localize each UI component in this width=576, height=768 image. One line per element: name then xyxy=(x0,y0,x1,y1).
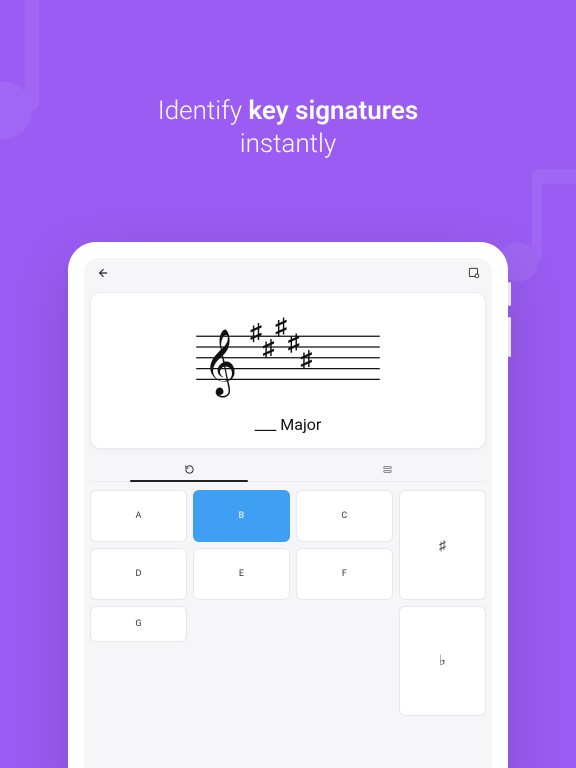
prompt-blank: ___ xyxy=(255,415,277,434)
headline: Identify key signatures instantly xyxy=(0,95,576,160)
shuffle-icon xyxy=(382,464,393,475)
svg-text:♯: ♯ xyxy=(275,314,287,340)
key-sharp[interactable]: ♯ xyxy=(399,490,486,600)
key-c[interactable]: C xyxy=(296,490,393,542)
key-flat[interactable]: ♭ xyxy=(399,606,486,716)
headline-strong: key signatures xyxy=(248,96,418,126)
music-settings-icon xyxy=(467,266,481,280)
tab-repeat[interactable] xyxy=(90,457,288,481)
app-screen: 𝄞 ♯ ♯ ♯ ♯ ♯ ___ Major xyxy=(84,258,492,768)
key-d[interactable]: D xyxy=(90,548,187,600)
headline-post: instantly xyxy=(240,129,336,159)
svg-text:♯: ♯ xyxy=(250,320,262,346)
toolbar xyxy=(84,258,492,288)
retry-icon xyxy=(184,464,195,475)
staff-key-signature: 𝄞 ♯ ♯ ♯ ♯ ♯ xyxy=(188,311,388,401)
headline-pre: Identify xyxy=(158,96,249,126)
settings-button[interactable] xyxy=(462,261,486,285)
svg-text:♯: ♯ xyxy=(288,331,300,357)
svg-text:♯: ♯ xyxy=(301,347,313,373)
key-f[interactable]: F xyxy=(296,548,393,600)
tab-shuffle[interactable] xyxy=(288,457,486,481)
arrow-left-icon xyxy=(95,266,109,280)
note-keypad: A B C ♯ D E F G ♭ xyxy=(90,490,486,768)
key-a[interactable]: A xyxy=(90,490,187,542)
svg-text:♯: ♯ xyxy=(263,336,275,362)
key-g[interactable]: G xyxy=(90,606,187,642)
flashcard: 𝄞 ♯ ♯ ♯ ♯ ♯ ___ Major xyxy=(90,292,486,449)
key-e[interactable]: E xyxy=(193,548,290,600)
mode-tabs xyxy=(90,457,486,482)
promo-screen: Identify key signatures instantly xyxy=(0,0,576,768)
back-button[interactable] xyxy=(90,261,114,285)
svg-text:𝄞: 𝄞 xyxy=(203,329,237,398)
tablet-device: 𝄞 ♯ ♯ ♯ ♯ ♯ ___ Major xyxy=(68,242,508,768)
key-b[interactable]: B xyxy=(193,490,290,542)
answer-prompt: ___ Major xyxy=(255,415,322,434)
prompt-rest: Major xyxy=(276,415,321,434)
